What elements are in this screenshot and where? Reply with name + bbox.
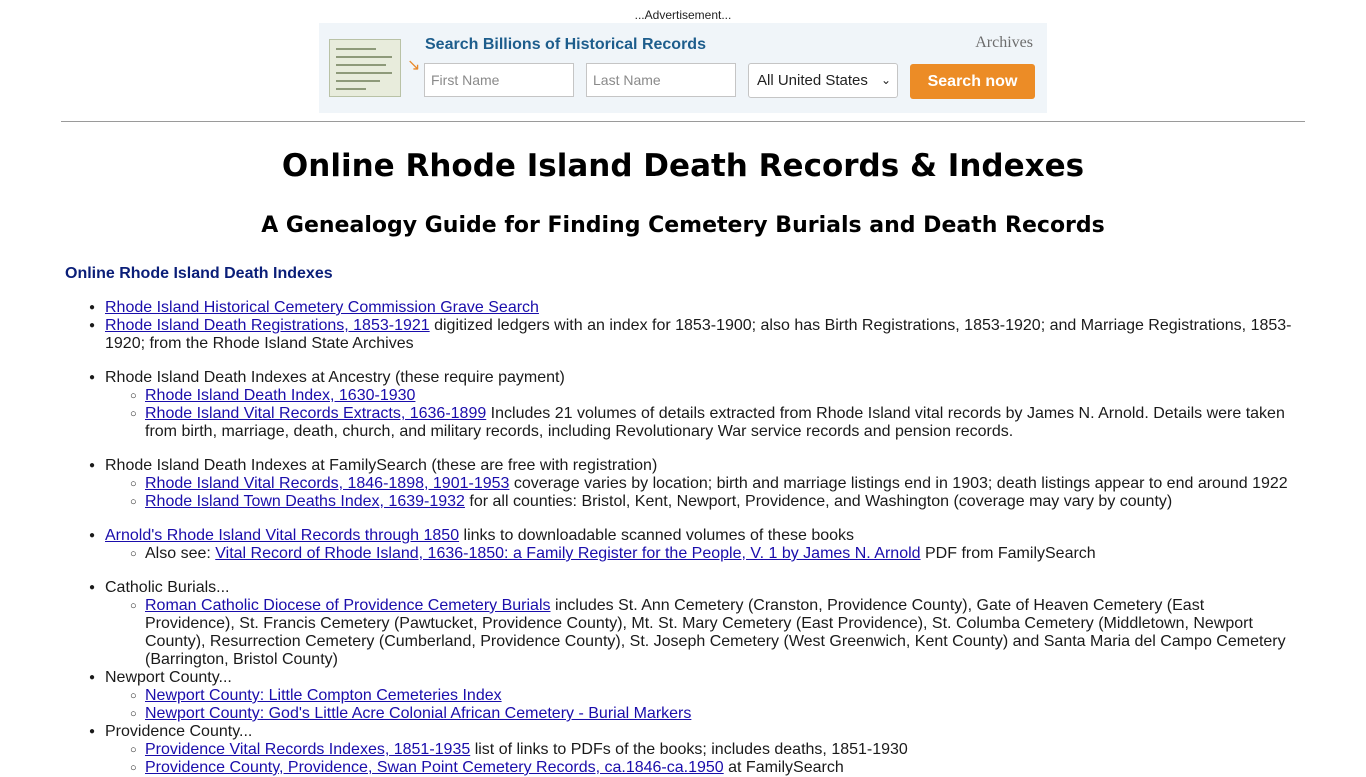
section-heading: Online Rhode Island Death Indexes [65, 265, 333, 282]
search-now-button[interactable]: Search now [910, 64, 1035, 99]
records-list: Rhode Island Death Indexes at Ancestry (… [0, 369, 1366, 441]
advertisement-label: ...Advertisement... [634, 8, 732, 22]
sub-list: Rhode Island Death Index, 1630-1930 Rhod… [105, 387, 1296, 441]
ad-banner: ↘ Search Billions of Historical Records … [319, 23, 1047, 113]
item-description: PDF from FamilySearch [920, 545, 1096, 562]
arnold-vital-records-link[interactable]: Arnold's Rhode Island Vital Records thro… [105, 527, 459, 544]
town-deaths-index-link[interactable]: Rhode Island Town Deaths Index, 1639-193… [145, 493, 465, 510]
sub-list: Newport County: Little Compton Cemeterie… [105, 687, 1296, 723]
gods-little-acre-link[interactable]: Newport County: God's Little Acre Coloni… [145, 705, 691, 722]
item-description: for all counties: Bristol, Kent, Newport… [464, 493, 1173, 510]
sub-list-item: Rhode Island Death Index, 1630-1930 [105, 387, 1296, 405]
sub-list-item: Rhode Island Town Deaths Index, 1639-193… [105, 493, 1296, 511]
sub-list: Providence Vital Records Indexes, 1851-1… [105, 741, 1296, 777]
ri-death-index-link[interactable]: Rhode Island Death Index, 1630-1930 [145, 387, 415, 404]
record-document-thumbnail [329, 39, 401, 97]
sub-list: Also see: Vital Record of Rhode Island, … [105, 545, 1296, 563]
records-list: Catholic Burials... Roman Catholic Dioce… [0, 579, 1366, 777]
list-item: Rhode Island Historical Cemetery Commiss… [0, 299, 1366, 317]
list-item: Newport County... Newport County: Little… [0, 669, 1366, 723]
item-text: Rhode Island Death Indexes at Ancestry (… [105, 369, 565, 386]
first-name-input[interactable] [424, 63, 574, 97]
arrow-icon: ↘ [407, 57, 421, 74]
chevron-down-icon: ⌄ [880, 73, 891, 87]
page-subtitle: A Genealogy Guide for Finding Cemetery B… [261, 213, 1105, 238]
item-description: coverage varies by location; birth and m… [509, 475, 1288, 492]
also-see-label: Also see: [145, 545, 216, 562]
sub-list-item: Providence Vital Records Indexes, 1851-1… [105, 741, 1296, 759]
providence-vital-records-link[interactable]: Providence Vital Records Indexes, 1851-1… [145, 741, 470, 758]
sub-list: Roman Catholic Diocese of Providence Cem… [105, 597, 1296, 669]
page-title: Online Rhode Island Death Records & Inde… [281, 148, 1085, 184]
divider [61, 121, 1305, 122]
little-compton-cemeteries-link[interactable]: Newport County: Little Compton Cemeterie… [145, 687, 502, 704]
item-text: Newport County... [105, 669, 232, 686]
item-description: list of links to PDFs of the books; incl… [470, 741, 908, 758]
sub-list-item: Rhode Island Vital Records Extracts, 163… [105, 405, 1296, 441]
list-item: Rhode Island Death Registrations, 1853-1… [0, 317, 1366, 353]
sub-list-item: Rhode Island Vital Records, 1846-1898, 1… [105, 475, 1296, 493]
location-select[interactable]: All United States ⌄ [748, 63, 898, 98]
ad-title: Search Billions of Historical Records [425, 36, 706, 53]
list-item: Catholic Burials... Roman Catholic Dioce… [0, 579, 1366, 669]
vital-records-extracts-link[interactable]: Rhode Island Vital Records Extracts, 163… [145, 405, 486, 422]
records-list: Rhode Island Death Indexes at FamilySear… [0, 457, 1366, 511]
main-content: Rhode Island Historical Cemetery Commiss… [0, 299, 1366, 777]
list-item: Rhode Island Death Indexes at Ancestry (… [0, 369, 1366, 441]
death-registrations-link[interactable]: Rhode Island Death Registrations, 1853-1… [105, 317, 430, 334]
sub-list-item: Newport County: God's Little Acre Coloni… [105, 705, 1296, 723]
list-item: Arnold's Rhode Island Vital Records thro… [0, 527, 1366, 563]
sub-list: Rhode Island Vital Records, 1846-1898, 1… [105, 475, 1296, 511]
item-text: Catholic Burials... [105, 579, 230, 596]
grave-search-link[interactable]: Rhode Island Historical Cemetery Commiss… [105, 299, 539, 316]
location-select-value: All United States [757, 72, 868, 89]
item-description: links to downloadable scanned volumes of… [459, 527, 855, 544]
sub-list-item: Roman Catholic Diocese of Providence Cem… [105, 597, 1296, 669]
archives-logo: Archives [975, 34, 1033, 51]
last-name-input[interactable] [586, 63, 736, 97]
sub-list-item: Newport County: Little Compton Cemeterie… [105, 687, 1296, 705]
catholic-cemetery-burials-link[interactable]: Roman Catholic Diocese of Providence Cem… [145, 597, 551, 614]
item-text: Providence County... [105, 723, 253, 740]
sub-list-item: Also see: Vital Record of Rhode Island, … [105, 545, 1296, 563]
ri-vital-records-link[interactable]: Rhode Island Vital Records, 1846-1898, 1… [145, 475, 509, 492]
sub-list-item: Providence County, Providence, Swan Poin… [105, 759, 1296, 777]
item-text: Rhode Island Death Indexes at FamilySear… [105, 457, 658, 474]
arnold-family-register-link[interactable]: Vital Record of Rhode Island, 1636-1850:… [215, 545, 920, 562]
list-item: Providence County... Providence Vital Re… [0, 723, 1366, 777]
records-list: Rhode Island Historical Cemetery Commiss… [0, 299, 1366, 353]
list-item: Rhode Island Death Indexes at FamilySear… [0, 457, 1366, 511]
records-list: Arnold's Rhode Island Vital Records thro… [0, 527, 1366, 563]
